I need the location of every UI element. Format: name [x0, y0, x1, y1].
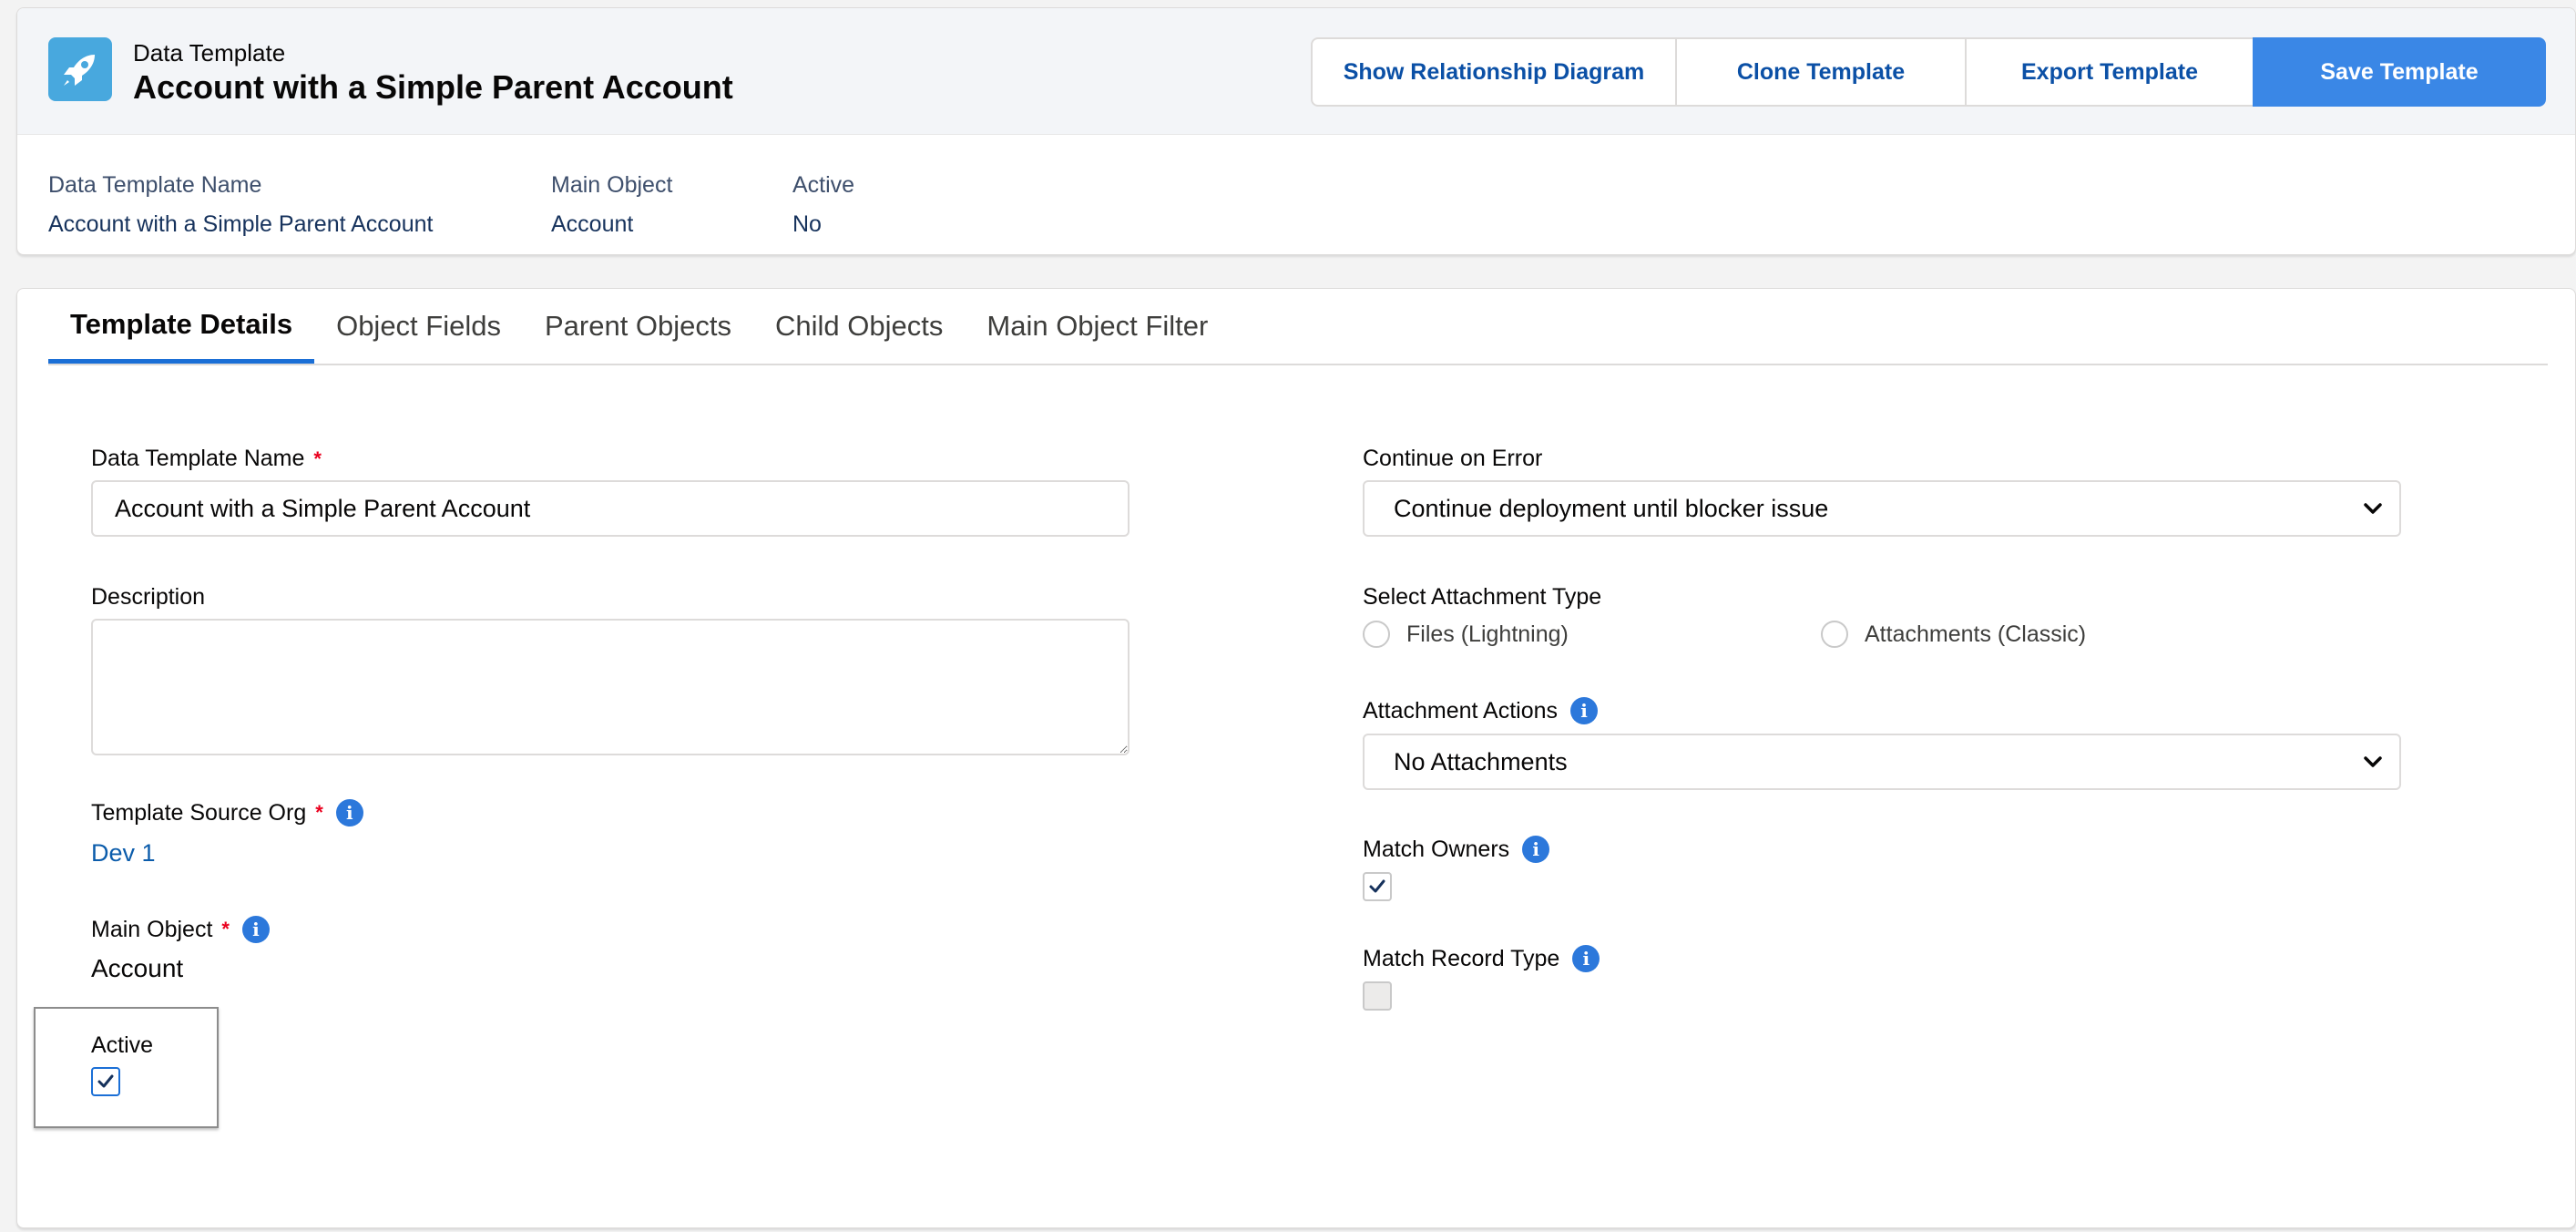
match-owners-checkbox[interactable]: [1363, 872, 1392, 901]
export-template-button[interactable]: Export Template: [1965, 37, 2254, 107]
description-label: Description: [91, 584, 206, 610]
header-top-bar: Data Template Account with a Simple Pare…: [17, 8, 2575, 135]
label-text: Data Template Name: [91, 446, 305, 471]
label-text: Match Record Type: [1363, 945, 1560, 971]
info-icon[interactable]: i: [241, 916, 270, 943]
tab-bar: Template Details Object Fields Parent Ob…: [48, 289, 2548, 365]
description-textarea[interactable]: [91, 619, 1130, 755]
required-icon: *: [313, 447, 322, 470]
chevron-down-icon: [2364, 503, 2382, 514]
main-object-label: Main Object * i: [91, 916, 270, 943]
data-template-name-label: Data Template Name *: [91, 446, 322, 472]
highlight-label: Main Object: [551, 172, 673, 198]
continue-on-error-select[interactable]: Continue deployment until blocker issue: [1363, 480, 2401, 537]
match-record-type-label: Match Record Type i: [1363, 945, 1600, 972]
label-text: Attachment Actions: [1363, 697, 1559, 724]
highlight-value: Account with a Simple Parent Account: [48, 211, 434, 237]
tab-template-details[interactable]: Template Details: [48, 289, 315, 364]
checkmark-icon: [1369, 879, 1385, 893]
select-value: Continue deployment until blocker issue: [1394, 494, 1829, 522]
show-relationship-diagram-button[interactable]: Show Relationship Diagram: [1311, 37, 1677, 107]
continue-on-error-label: Continue on Error: [1363, 446, 1543, 471]
page-title: Account with a Simple Parent Account: [133, 68, 733, 106]
highlight-label: Active: [792, 172, 855, 198]
highlight-value: No: [792, 211, 822, 237]
info-icon[interactable]: i: [335, 799, 363, 826]
info-icon[interactable]: i: [1570, 697, 1599, 724]
clone-template-button[interactable]: Clone Template: [1675, 37, 1967, 107]
main-object-value: Account: [91, 954, 184, 982]
active-checkbox[interactable]: [91, 1067, 120, 1096]
highlight-label: Data Template Name: [48, 172, 262, 198]
checkmark-icon: [97, 1074, 114, 1088]
info-icon[interactable]: i: [1522, 836, 1550, 863]
tab-parent-objects[interactable]: Parent Objects: [523, 289, 753, 364]
highlight-data-template-name: Data Template Name Account with a Simple…: [48, 172, 433, 238]
radio-attachments-classic[interactable]: Attachments (Classic): [1821, 621, 2086, 648]
radio-button[interactable]: [1821, 621, 1848, 648]
match-record-type-checkbox: [1363, 981, 1392, 1011]
record-header: Data Template Account with a Simple Pare…: [16, 7, 2576, 255]
template-source-org-link[interactable]: Dev 1: [91, 839, 156, 868]
highlight-main-object: Main Object Account: [551, 172, 672, 238]
active-label: Active: [91, 1032, 154, 1058]
label-text: Template Source Org: [91, 799, 307, 826]
label-text: Main Object: [91, 916, 213, 942]
attachment-type-label: Select Attachment Type: [1363, 584, 1602, 610]
header-eyebrow: Data Template: [133, 39, 286, 67]
select-value: No Attachments: [1394, 747, 1568, 775]
required-icon: *: [315, 801, 323, 824]
save-template-button[interactable]: Save Template: [2253, 37, 2546, 107]
radio-label: Files (Lightning): [1406, 621, 1569, 647]
attachment-actions-label: Attachment Actions i: [1363, 697, 1599, 724]
highlight-value: Account: [551, 211, 634, 237]
tab-main-object-filter[interactable]: Main Object Filter: [965, 289, 1230, 364]
info-icon[interactable]: i: [1572, 945, 1600, 972]
required-icon: *: [221, 918, 230, 940]
chevron-down-icon: [2364, 756, 2382, 767]
radio-files-lightning[interactable]: Files (Lightning): [1363, 621, 1569, 648]
template-source-org-label: Template Source Org * i: [91, 799, 363, 826]
tab-child-objects[interactable]: Child Objects: [753, 289, 965, 364]
radio-button[interactable]: [1363, 621, 1390, 648]
tab-object-fields[interactable]: Object Fields: [314, 289, 523, 364]
label-text: Match Owners: [1363, 836, 1510, 862]
attachment-actions-select[interactable]: No Attachments: [1363, 734, 2401, 790]
header-button-group: Show Relationship Diagram Clone Template…: [1311, 37, 2546, 107]
data-template-name-input[interactable]: [91, 480, 1130, 537]
template-details-card: Template Details Object Fields Parent Ob…: [16, 288, 2576, 1228]
match-owners-label: Match Owners i: [1363, 836, 1550, 863]
rocket-icon: [48, 37, 112, 101]
radio-label: Attachments (Classic): [1865, 621, 2087, 647]
active-field-focus-box: Active: [34, 1007, 219, 1128]
highlight-active: Active No: [792, 172, 854, 238]
